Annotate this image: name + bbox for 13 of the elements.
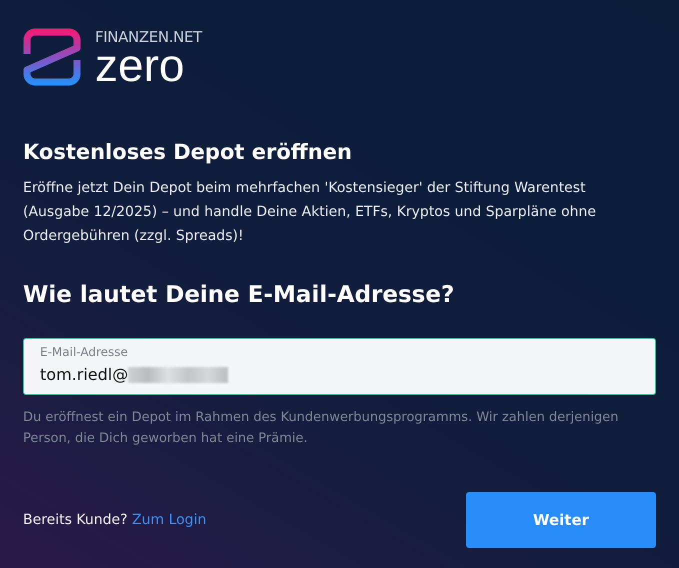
- product-name: zero: [95, 45, 184, 85]
- next-button[interactable]: Weiter: [466, 492, 656, 548]
- brand-name: FINANZEN.NET: [95, 29, 202, 45]
- hint-text: Du eröffnest ein Depot im Rahmen des Kundenwerbungsprogramms. Wir zahlen derjenigen Person, die Dich geworben hat eine Prämie.: [23, 409, 620, 448]
- logo-icon: [23, 28, 81, 86]
- section-heading: Wie lautet Deine E-Mail-Adresse?: [23, 281, 456, 310]
- page-title: Kostenloses Depot eröffnen: [23, 139, 353, 166]
- field-value: tom.riedl@: [40, 365, 128, 385]
- login-prompt: Bereits Kunde? Zum Login: [23, 510, 206, 530]
- field-label: E-Mail-Adresse: [40, 345, 129, 359]
- intro-text: Eröffne jetzt Dein Depot beim mehrfachen 'Kostensieger' der Stiftung Warentest (Ausgabe 12/2025) – und handle Deine Aktien, ETFs, Kryptos und Sparpläne ohne Ordergebühren (zzgl. Spreads)!: [23, 179, 598, 246]
- email-field[interactable]: E-Mail-Adresse tom.riedl@: [23, 338, 656, 395]
- login-link[interactable]: Zum Login: [132, 512, 206, 528]
